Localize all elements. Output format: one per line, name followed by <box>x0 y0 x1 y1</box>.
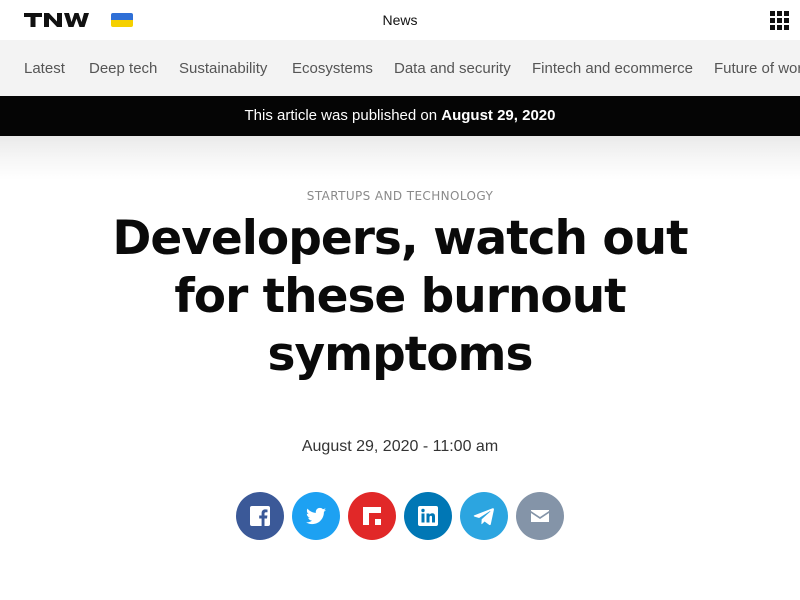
twitter-share-button[interactable] <box>292 492 340 540</box>
flipboard-icon <box>363 507 381 525</box>
nav-item-data-and-security[interactable]: Data and security <box>394 60 511 77</box>
email-share-button[interactable] <box>516 492 564 540</box>
flipboard-share-button[interactable] <box>348 492 396 540</box>
article-title: Developers, watch out for these burnout … <box>40 210 760 384</box>
twitter-icon <box>305 507 326 525</box>
nav-item-latest[interactable]: Latest <box>24 60 65 77</box>
article-category[interactable]: STARTUPS AND TECHNOLOGY <box>0 189 800 203</box>
category-nav: Latest Deep tech Sustainability Ecosyste… <box>0 40 800 96</box>
facebook-icon <box>250 506 270 526</box>
telegram-icon <box>473 508 494 526</box>
nav-item-deep-tech[interactable]: Deep tech <box>89 60 157 77</box>
nav-item-future-of-work[interactable]: Future of wor <box>714 60 800 77</box>
linkedin-icon <box>418 506 438 526</box>
grid-menu-icon[interactable] <box>770 11 789 30</box>
nav-item-ecosystems[interactable]: Ecosystems <box>292 60 373 77</box>
linkedin-share-button[interactable] <box>404 492 452 540</box>
email-icon <box>531 510 549 522</box>
article-title-line: Developers, watch out <box>112 211 688 266</box>
published-prefix: This article was published on <box>244 107 442 124</box>
top-bar: News <box>0 0 800 40</box>
article-dateline: August 29, 2020 - 11:00 am <box>301 438 499 455</box>
nav-item-fintech-and-ecommerce[interactable]: Fintech and ecommerce <box>532 60 693 77</box>
banner-shadow <box>0 136 800 180</box>
telegram-share-button[interactable] <box>460 492 508 540</box>
nav-item-sustainability[interactable]: Sustainability <box>179 60 267 77</box>
article-title-line: symptoms <box>267 327 534 382</box>
facebook-share-button[interactable] <box>236 492 284 540</box>
published-date: August 29, 2020 <box>441 107 556 124</box>
article-title-line: for these burnout <box>174 269 626 324</box>
published-banner: This article was published on August 29,… <box>0 96 800 136</box>
section-title[interactable]: News <box>0 12 800 28</box>
